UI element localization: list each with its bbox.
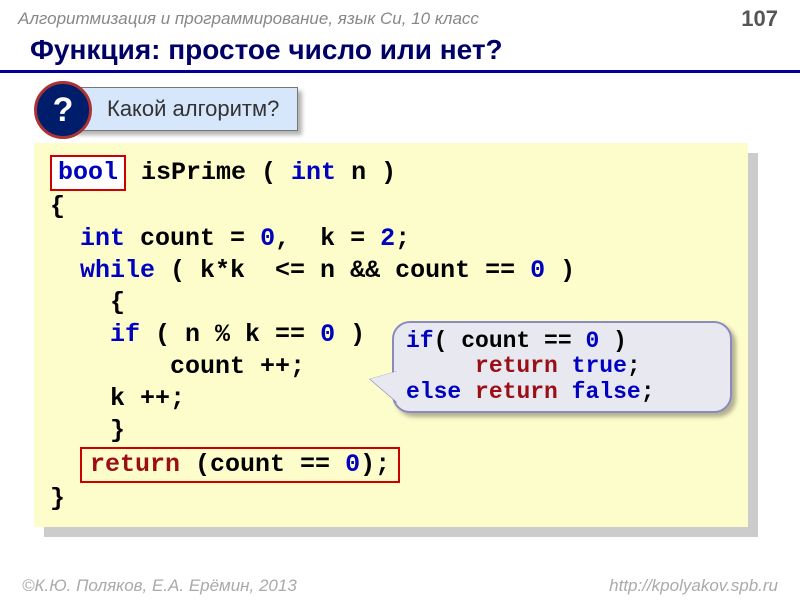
question-row: ? Какой алгоритм? bbox=[34, 87, 800, 131]
zero-literal-4: 0 bbox=[345, 450, 360, 479]
callout-box: if( count == 0 ) return true; else retur… bbox=[392, 321, 732, 413]
footer: ©К.Ю. Поляков, Е.А. Ерёмин, 2013 http://… bbox=[0, 576, 800, 596]
int-keyword: int bbox=[291, 158, 336, 187]
copyright: ©К.Ю. Поляков, Е.А. Ерёмин, 2013 bbox=[22, 576, 297, 596]
callout-else: else bbox=[406, 379, 461, 405]
callout-return2: return bbox=[475, 379, 558, 405]
code-body: bool isPrime ( int n ) { int count = 0, … bbox=[34, 143, 748, 527]
callout-zero: 0 bbox=[585, 328, 599, 354]
zero-literal: 0 bbox=[260, 224, 275, 253]
while-close: ) bbox=[545, 256, 575, 285]
rbrace: } bbox=[50, 483, 732, 515]
if-close: ) bbox=[335, 320, 365, 349]
decl-text2: , k = bbox=[275, 224, 380, 253]
footer-url: http://kpolyakov.spb.ru bbox=[609, 576, 778, 596]
return-keyword: return bbox=[90, 450, 180, 479]
callout-if: if bbox=[406, 328, 434, 354]
callout-tail-icon bbox=[370, 371, 398, 403]
course-label: Алгоритмизация и программирование, язык … bbox=[18, 9, 479, 29]
return-close: ); bbox=[360, 450, 390, 479]
callout-true: true bbox=[572, 353, 627, 379]
code-block: bool isPrime ( int n ) { int count = 0, … bbox=[34, 143, 748, 527]
inner-rbrace: } bbox=[50, 415, 732, 447]
zero-literal-2: 0 bbox=[530, 256, 545, 285]
while-text: ( k*k <= n && count == bbox=[155, 256, 530, 285]
question-mark-icon: ? bbox=[34, 81, 92, 139]
callout-semi2: ; bbox=[641, 379, 655, 405]
zero-literal-3: 0 bbox=[320, 320, 335, 349]
callout-semi1: ; bbox=[627, 353, 641, 379]
semi: ; bbox=[395, 224, 410, 253]
lbrace: { bbox=[50, 191, 732, 223]
sig-text2: n ) bbox=[336, 158, 396, 187]
if-keyword: if bbox=[110, 320, 140, 349]
two-literal: 2 bbox=[380, 224, 395, 253]
int-keyword-2: int bbox=[80, 224, 125, 253]
callout-if-close: ) bbox=[599, 328, 627, 354]
while-keyword: while bbox=[80, 256, 155, 285]
decl-text: count = bbox=[125, 224, 260, 253]
inner-lbrace: { bbox=[50, 287, 732, 319]
callout-false: false bbox=[572, 379, 641, 405]
return-text: (count == bbox=[180, 450, 345, 479]
sig-text: isPrime ( bbox=[126, 158, 291, 187]
bool-keyword: bool bbox=[50, 155, 126, 191]
page-number: 107 bbox=[741, 6, 778, 32]
callout-if-text: ( count == bbox=[434, 328, 586, 354]
slide-title: Функция: простое число или нет? bbox=[0, 32, 800, 73]
if-text: ( n % k == bbox=[140, 320, 320, 349]
callout-return1: return bbox=[475, 353, 558, 379]
question-text: Какой алгоритм? bbox=[72, 87, 298, 131]
header: Алгоритмизация и программирование, язык … bbox=[0, 0, 800, 32]
